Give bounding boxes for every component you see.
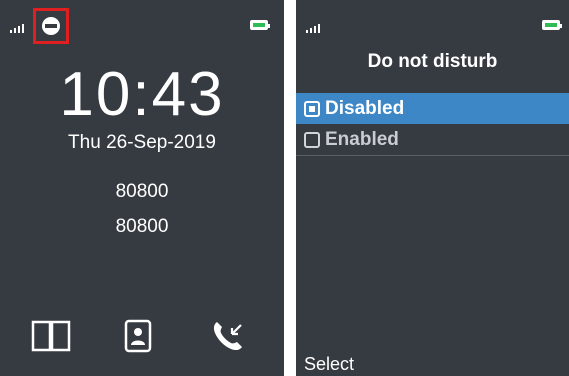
signal-bars-icon [10,24,24,33]
option-label: Disabled [325,97,405,119]
dnd-settings-screen: Do not disturb Disabled Enabled Select [296,0,569,376]
option-disabled[interactable]: Disabled [296,93,569,124]
option-label: Enabled [325,129,399,150]
extension-number: 80800 [115,216,169,237]
select-softkey[interactable]: Select [304,354,354,375]
battery-icon [542,20,562,30]
contact-card-icon [124,319,152,353]
battery-icon [250,20,270,30]
option-enabled[interactable]: Enabled [296,125,569,156]
call-log-icon [213,322,242,351]
do-not-disturb-icon [42,17,60,35]
phonebook-icon [31,320,71,352]
checkbox-unchecked-icon [304,132,320,148]
clock: 10:43 [59,60,225,129]
call-log-softkey[interactable] [208,318,248,358]
checkbox-checked-icon [304,100,320,117]
page-title: Do not disturb [367,51,498,72]
phonebook-softkey[interactable] [31,318,71,358]
idle-screen: 10:43 Thu 26-Sep-2019 80800 80800 [0,0,284,376]
contact-softkey[interactable] [120,318,160,358]
date-label: Thu 26-Sep-2019 [68,132,216,153]
signal-bars-icon [306,24,320,33]
extension-number: 80800 [115,181,169,202]
